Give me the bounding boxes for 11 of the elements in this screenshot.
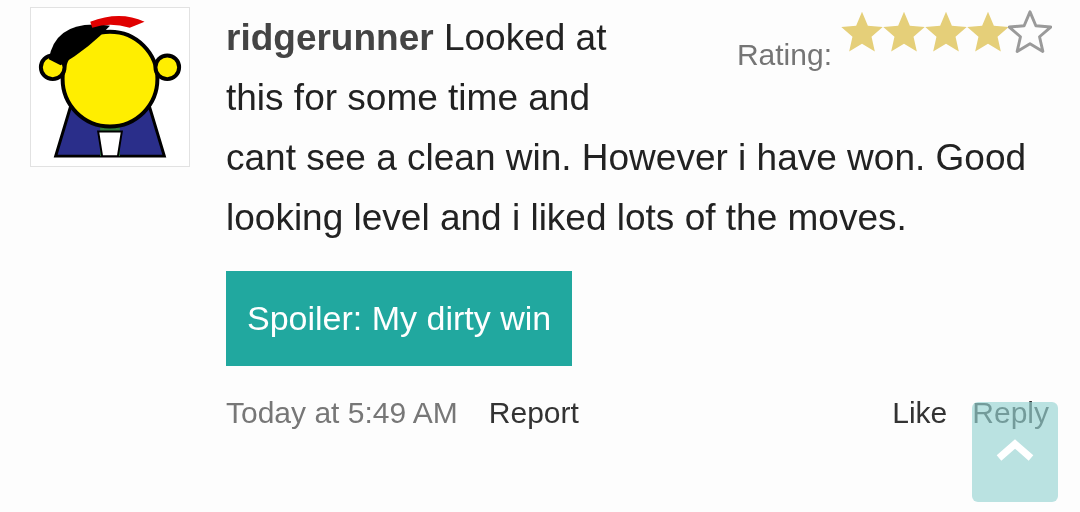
filled-star-icon bbox=[966, 10, 1010, 54]
report-link[interactable]: Report bbox=[488, 396, 579, 430]
chevron-up-icon bbox=[995, 438, 1035, 462]
rating-label: Rating: bbox=[736, 38, 832, 72]
comment-text: cant see a clean win. However i have won. Good looking level and i liked lots of the moves. bbox=[226, 136, 1028, 240]
like-link[interactable]: Like bbox=[892, 396, 948, 430]
scroll-to-top-button[interactable] bbox=[972, 402, 1058, 502]
filled-star-icon bbox=[924, 10, 968, 54]
filled-star-icon bbox=[882, 10, 926, 54]
timestamp: Today at 5:49 AM bbox=[226, 396, 458, 430]
filled-star-icon bbox=[840, 10, 884, 54]
